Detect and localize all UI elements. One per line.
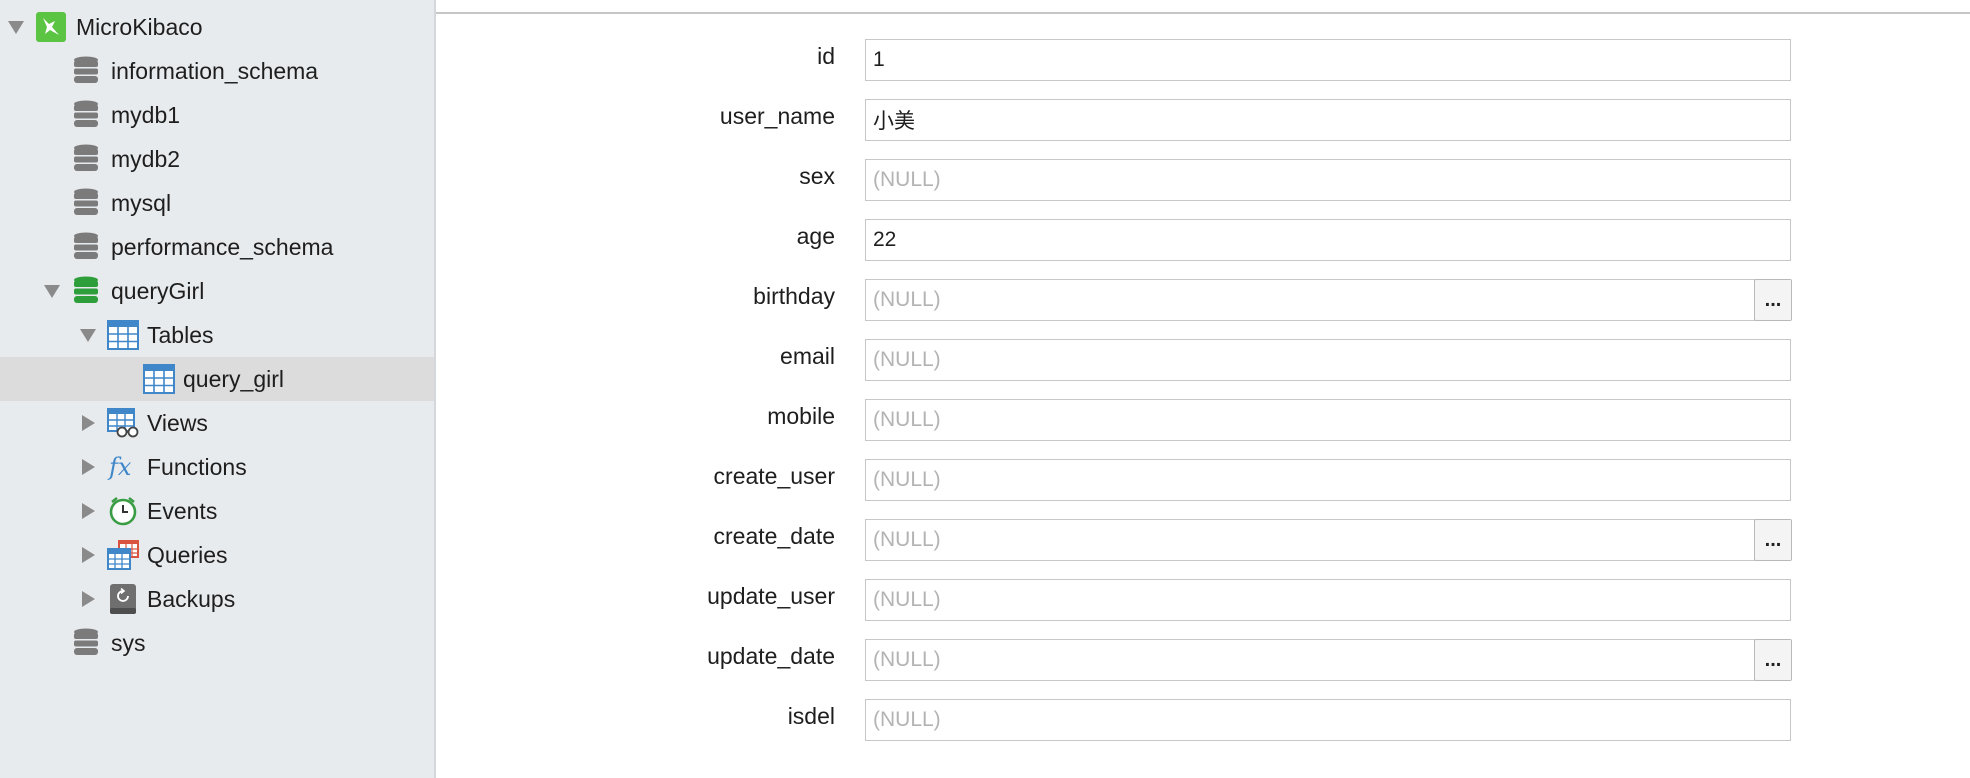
field-label-email: email xyxy=(780,343,835,369)
database-icon xyxy=(71,56,103,86)
tree-item-views[interactable]: Views xyxy=(0,401,434,445)
connection-icon xyxy=(35,12,67,42)
function-icon: fx xyxy=(107,452,139,482)
date-picker-button-create-date[interactable]: ... xyxy=(1754,519,1792,561)
tree-item-label: mydb1 xyxy=(111,102,181,128)
tree-item-table-query-girl[interactable]: query_girl xyxy=(0,357,434,401)
field-input-update-user[interactable] xyxy=(865,579,1791,621)
tree-item-label: Views xyxy=(147,410,208,436)
tree-item-database[interactable]: mydb1 xyxy=(0,93,434,137)
field-input-create-date[interactable] xyxy=(865,519,1755,561)
database-icon xyxy=(71,144,103,174)
query-icon xyxy=(107,539,139,570)
field-input-mobile[interactable] xyxy=(865,399,1791,441)
tree-item-label: Tables xyxy=(147,322,214,348)
field-label-update-user: update_user xyxy=(707,583,835,609)
database-icon xyxy=(71,100,103,130)
field-input-update-date[interactable] xyxy=(865,639,1755,681)
field-input-id[interactable] xyxy=(865,39,1791,81)
tree-item-database[interactable]: mydb2 xyxy=(0,137,434,181)
tree-item-backups[interactable]: Backups xyxy=(0,577,434,621)
disclosure-closed-icon[interactable] xyxy=(82,459,95,475)
disclosure-open-icon[interactable] xyxy=(8,21,24,34)
tree-item-database-querygirl[interactable]: queryGirl xyxy=(0,269,434,313)
clock-icon xyxy=(107,496,139,526)
tree-item-tables[interactable]: Tables xyxy=(0,313,434,357)
tree-item-connection[interactable]: MicroKibaco xyxy=(0,5,434,49)
tree-item-database[interactable]: sys xyxy=(0,621,434,665)
field-label-create-user: create_user xyxy=(713,463,835,489)
tree-item-database[interactable]: mysql xyxy=(0,181,434,225)
database-icon xyxy=(71,188,103,218)
tree-item-database[interactable]: performance_schema xyxy=(0,225,434,269)
field-label-user-name: user_name xyxy=(719,103,835,129)
field-input-birthday[interactable] xyxy=(865,279,1755,321)
database-open-icon xyxy=(71,276,103,306)
backup-icon xyxy=(107,584,139,614)
field-input-isdel[interactable] xyxy=(865,699,1791,741)
tree-item-label: mysql xyxy=(111,190,172,216)
field-label-update-date: update_date xyxy=(707,643,835,669)
disclosure-closed-icon[interactable] xyxy=(82,503,95,519)
field-input-sex[interactable] xyxy=(865,159,1791,201)
disclosure-closed-icon[interactable] xyxy=(82,591,95,607)
database-icon xyxy=(71,628,103,658)
disclosure-open-icon[interactable] xyxy=(80,329,96,342)
field-input-email[interactable] xyxy=(865,339,1791,381)
field-input-age[interactable] xyxy=(865,219,1791,261)
disclosure-closed-icon[interactable] xyxy=(82,547,95,563)
tree-item-label: Functions xyxy=(147,454,247,480)
tree-item-label: performance_schema xyxy=(111,234,334,260)
tree-item-label: query_girl xyxy=(183,366,284,392)
tree-item-label: information_schema xyxy=(111,58,319,84)
field-label-id: id xyxy=(817,43,835,69)
field-input-create-user[interactable] xyxy=(865,459,1791,501)
tree-item-queries[interactable]: Queries xyxy=(0,533,434,577)
database-icon xyxy=(71,232,103,262)
field-label-age: age xyxy=(796,223,835,249)
tree-item-label: sys xyxy=(111,630,146,656)
table-icon xyxy=(107,320,139,350)
date-picker-button-birthday[interactable]: ... xyxy=(1754,279,1792,321)
tree-item-label: queryGirl xyxy=(111,278,205,304)
record-form: id user_name sex age birthday ... email … xyxy=(436,0,1970,778)
field-label-birthday: birthday xyxy=(753,283,835,309)
tree-item-label: MicroKibaco xyxy=(76,14,203,40)
tree-item-functions[interactable]: fx Functions xyxy=(0,445,434,489)
tree-item-label: Queries xyxy=(147,542,228,568)
field-input-user-name[interactable] xyxy=(865,99,1791,141)
tree-item-database[interactable]: information_schema xyxy=(0,49,434,93)
tree-item-label: Backups xyxy=(147,586,236,612)
tree-item-label: Events xyxy=(147,498,218,524)
field-label-sex: sex xyxy=(799,163,835,189)
views-icon xyxy=(107,408,139,438)
tree-item-label: mydb2 xyxy=(111,146,181,172)
sidebar: MicroKibaco information_schema mydb1 myd… xyxy=(0,0,436,778)
field-label-isdel: isdel xyxy=(787,703,835,729)
divider xyxy=(436,12,1970,14)
field-label-mobile: mobile xyxy=(767,403,835,429)
field-label-create-date: create_date xyxy=(713,523,835,549)
disclosure-open-icon[interactable] xyxy=(44,285,60,298)
tree-item-events[interactable]: Events xyxy=(0,489,434,533)
table-icon xyxy=(143,364,175,394)
date-picker-button-update-date[interactable]: ... xyxy=(1754,639,1792,681)
svg-text:fx: fx xyxy=(107,453,132,481)
disclosure-closed-icon[interactable] xyxy=(82,415,95,431)
